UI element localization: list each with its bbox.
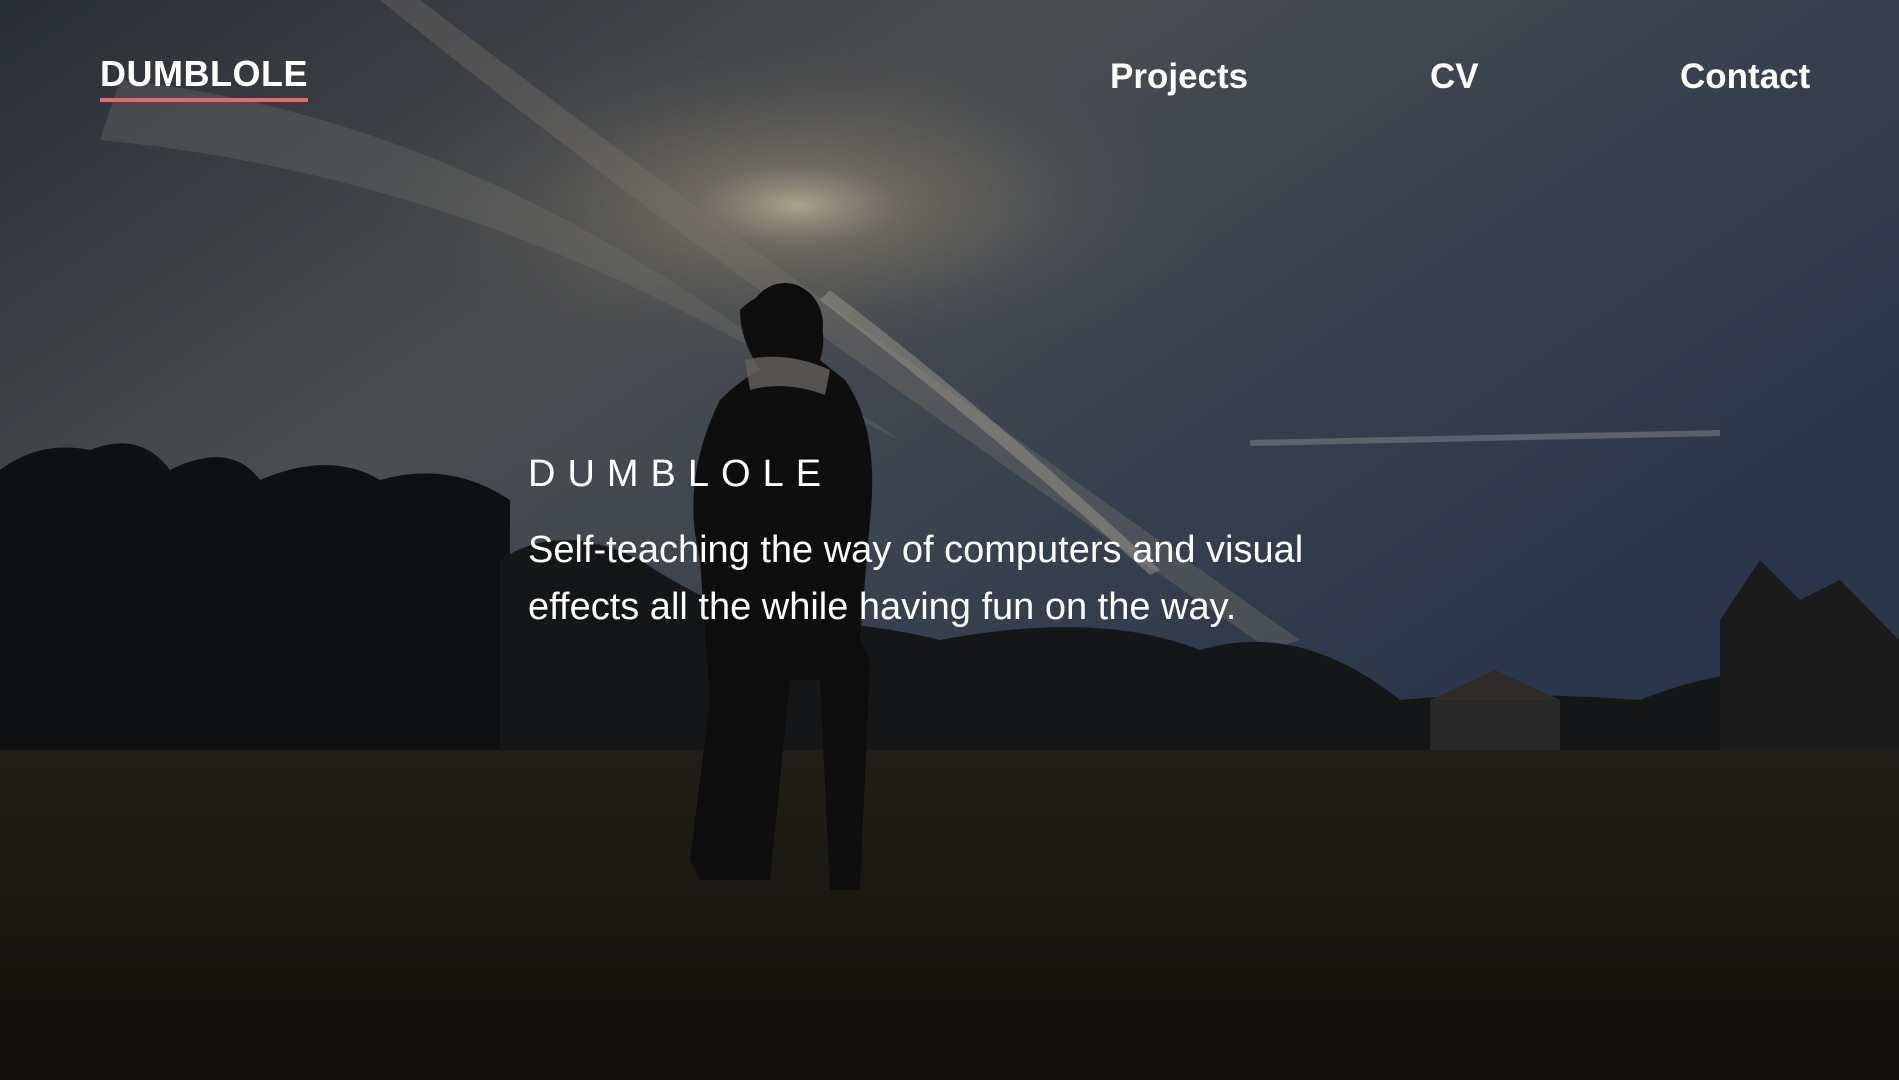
hero-tagline: Self-teaching the way of computers and v… bbox=[528, 528, 1304, 628]
nav-link-cv[interactable]: CV bbox=[1430, 57, 1479, 97]
hero-section: DUMBLOLE Projects CV Contact DUMBLOLE Se… bbox=[0, 0, 1899, 1080]
nav-link-projects[interactable]: Projects bbox=[1110, 57, 1248, 97]
hero-title: DUMBLOLE bbox=[528, 453, 834, 495]
main-nav: Projects CV Contact bbox=[0, 57, 1899, 108]
nav-link-contact[interactable]: Contact bbox=[1680, 57, 1810, 97]
hero-text-block: DUMBLOLE Self-teaching the way of comput… bbox=[528, 452, 1428, 636]
